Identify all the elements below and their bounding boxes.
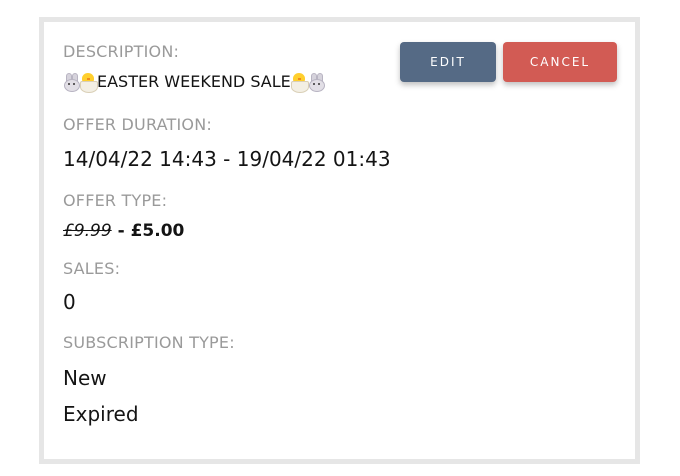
edit-button[interactable]: EDIT	[400, 42, 496, 82]
description-label: DESCRIPTION:	[63, 42, 180, 61]
sales-label: SALES:	[63, 259, 121, 278]
sale-price: £5.00	[130, 221, 185, 241]
cancel-button[interactable]: CANCEL	[503, 42, 617, 82]
chick-icon	[80, 72, 98, 93]
price-separator: -	[111, 221, 131, 241]
offer-duration-label: OFFER DURATION:	[63, 115, 212, 134]
subscription-type-item: Expired	[63, 402, 139, 426]
offer-duration-value: 14/04/22 14:43 - 19/04/22 01:43	[63, 147, 391, 171]
chick-icon	[290, 72, 309, 93]
bunny-icon	[63, 72, 80, 92]
description-value: EASTER WEEKEND SALE	[63, 72, 325, 93]
offer-details-card: DESCRIPTION: EASTER WEEKEND SALE OFFER D…	[39, 17, 640, 464]
bunny-icon	[308, 72, 325, 92]
original-price: £9.99	[63, 221, 112, 241]
subscription-type-label: SUBSCRIPTION TYPE:	[63, 333, 235, 352]
offer-type-label: OFFER TYPE:	[63, 191, 168, 210]
subscription-type-item: New	[63, 366, 107, 390]
description-text: EASTER WEEKEND SALE	[97, 72, 291, 91]
offer-type-value: £9.99 - £5.00	[63, 221, 184, 241]
sales-value: 0	[63, 290, 76, 314]
